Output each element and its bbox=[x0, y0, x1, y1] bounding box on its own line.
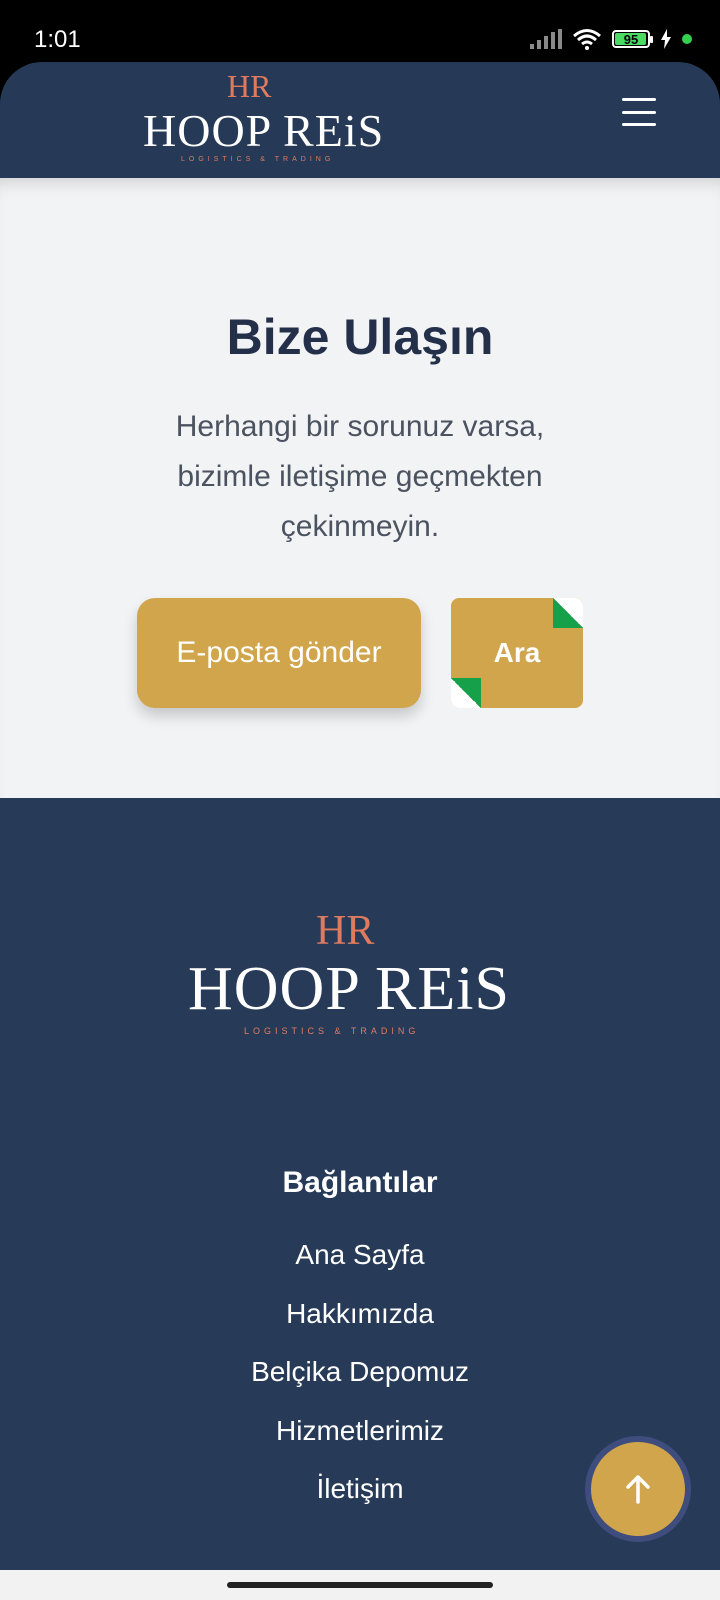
scroll-to-top-button[interactable] bbox=[585, 1436, 691, 1542]
contact-description: Herhangi bir sorunuz varsa, bizimle ilet… bbox=[175, 410, 545, 543]
header-logo[interactable]: HR HOOP REiS LOGISTICS & TRADING bbox=[143, 70, 383, 166]
footer-link-home[interactable]: Ana Sayfa bbox=[0, 1226, 720, 1285]
logo-subtitle: LOGISTICS & TRADING bbox=[244, 1026, 420, 1036]
contact-title: Bize Ulaşın bbox=[226, 309, 494, 365]
privacy-indicator-icon bbox=[682, 34, 692, 44]
status-icons: 95 bbox=[530, 28, 692, 50]
corner-ribbon-icon bbox=[553, 598, 583, 628]
logo-text: HOOP REiS bbox=[143, 105, 385, 156]
logo-text: HOOP REiS bbox=[188, 955, 510, 1023]
links-title: Bağlantılar bbox=[282, 1166, 438, 1199]
wifi-icon bbox=[573, 29, 601, 50]
signal-icon bbox=[530, 29, 562, 49]
arrow-up-icon bbox=[626, 1475, 650, 1504]
call-button[interactable]: Ara bbox=[451, 598, 583, 708]
battery-level: 95 bbox=[623, 31, 639, 47]
corner-ribbon-icon bbox=[451, 678, 481, 708]
logo-mark: HR bbox=[227, 68, 272, 104]
site-header: HR HOOP REiS LOGISTICS & TRADING bbox=[0, 62, 720, 178]
charging-icon bbox=[661, 29, 671, 49]
call-button-label: Ara bbox=[493, 637, 541, 668]
contact-section: Bize Ulaşın Herhangi bir sorunuz varsa, … bbox=[0, 178, 720, 798]
footer-logo[interactable]: HR HOOP REiS LOGISTICS & TRADING bbox=[188, 910, 538, 1040]
logo-mark: HR bbox=[316, 908, 375, 954]
status-time: 1:01 bbox=[34, 26, 81, 53]
home-indicator[interactable] bbox=[227, 1582, 493, 1588]
logo-subtitle: LOGISTICS & TRADING bbox=[181, 156, 335, 163]
battery-icon: 95 bbox=[612, 30, 653, 48]
footer-link-about[interactable]: Hakkımızda bbox=[0, 1285, 720, 1344]
send-email-button[interactable]: E-posta gönder bbox=[137, 598, 421, 708]
footer-link-warehouse[interactable]: Belçika Depomuz bbox=[0, 1343, 720, 1402]
hamburger-menu-icon[interactable] bbox=[622, 98, 656, 126]
